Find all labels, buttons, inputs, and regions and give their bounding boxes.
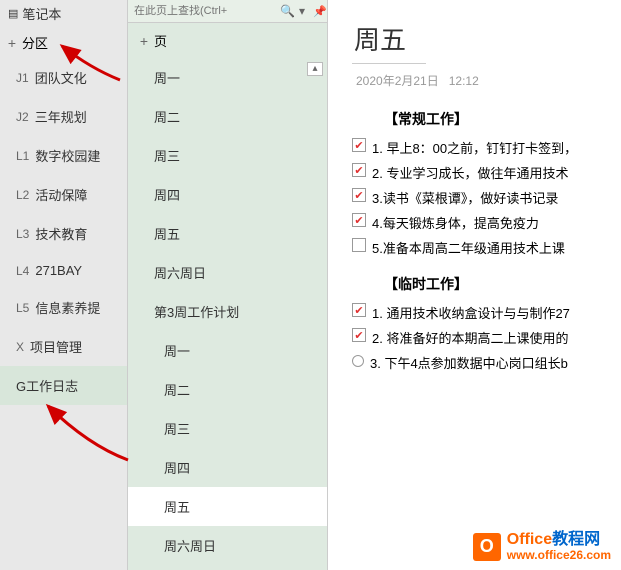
- search-bar: 🔍 ▾ 📌: [128, 0, 327, 23]
- task-checkbox[interactable]: [352, 213, 366, 227]
- sections-label: 分区: [22, 33, 48, 52]
- page-item[interactable]: 周一: [128, 331, 327, 370]
- task-checkbox[interactable]: [352, 328, 366, 342]
- section-item[interactable]: L2 活动保障: [0, 175, 127, 214]
- section-code: L4: [16, 264, 29, 278]
- search-input[interactable]: [134, 5, 276, 17]
- scroll-up-button[interactable]: ▴: [307, 62, 323, 76]
- task-item: 2. 专业学习成长，做往年通用技术: [352, 160, 613, 185]
- section-item[interactable]: L4 271BAY: [0, 253, 127, 288]
- task-text[interactable]: 5.准备本周高二年级通用技术上课: [372, 238, 565, 257]
- section-item[interactable]: X 项目管理: [0, 327, 127, 366]
- page-item[interactable]: 周二: [128, 370, 327, 409]
- page-item[interactable]: 周三: [128, 136, 327, 175]
- section-label: 团队文化: [35, 68, 87, 87]
- watermark: O Office教程网 www.office26.com: [473, 531, 611, 562]
- task-text[interactable]: 4.每天锻炼身体，提高免疫力: [372, 213, 539, 232]
- task-text[interactable]: 1. 早上8：00之前，钉钉打卡签到，: [372, 138, 577, 157]
- section-item[interactable]: J2 三年规划: [0, 97, 127, 136]
- section-code: L2: [16, 188, 29, 202]
- notebook-label: 笔记本: [22, 4, 61, 23]
- page-item[interactable]: 周六周日: [128, 526, 327, 565]
- section-code: J1: [16, 71, 29, 85]
- task-item: 2. 将准备好的本期高二上课使用的: [352, 325, 613, 350]
- content-panel: 周五 2020年2月21日 12:12 【常规工作】 1. 早上8：00之前，钉…: [328, 0, 621, 570]
- task-item: 3.读书《菜根谭》，做好读书记录: [352, 185, 613, 210]
- section-code: X: [16, 340, 24, 354]
- task-item: 1. 早上8：00之前，钉钉打卡签到，: [352, 135, 613, 160]
- section-label: 信息素养提: [35, 298, 100, 317]
- section-code: L1: [16, 149, 29, 163]
- page-item[interactable]: 周五: [128, 214, 327, 253]
- page-item[interactable]: 周三: [128, 409, 327, 448]
- task-item: 4.每天锻炼身体，提高免疫力: [352, 210, 613, 235]
- section-item[interactable]: L1 数字校园建: [0, 136, 127, 175]
- pages-header[interactable]: + 页: [128, 23, 327, 58]
- task-text[interactable]: 1. 通用技术收纳盒设计与与制作27: [372, 303, 570, 322]
- task-item: 1. 通用技术收纳盒设计与与制作27: [352, 300, 613, 325]
- task-text[interactable]: 3. 下午4点参加数据中心岗口组长b: [370, 353, 568, 372]
- task-checkbox[interactable]: [352, 188, 366, 202]
- temp-heading: 【临时工作】: [352, 274, 613, 294]
- page-item[interactable]: 周六周日: [128, 253, 327, 292]
- section-label: 活动保障: [35, 185, 87, 204]
- plus-icon[interactable]: +: [6, 35, 18, 51]
- page-item[interactable]: 周五: [128, 487, 327, 526]
- section-code: J2: [16, 110, 29, 124]
- section-label: 技术教育: [35, 224, 87, 243]
- search-icon[interactable]: 🔍: [280, 4, 295, 18]
- task-checkbox[interactable]: [352, 238, 366, 252]
- section-item[interactable]: G工作日志: [0, 366, 127, 405]
- section-code: L3: [16, 227, 29, 241]
- sections-header[interactable]: + 分区: [0, 27, 127, 58]
- page-title[interactable]: 周五: [352, 16, 426, 64]
- task-text[interactable]: 2. 将准备好的本期高二上课使用的: [372, 328, 568, 347]
- section-code: L5: [16, 301, 29, 315]
- page-item[interactable]: 周一: [128, 58, 327, 97]
- sections-sidebar: ▤ 笔记本 + 分区 J1 团队文化 J2 三年规划 L1 数字校园建 L2 活动保障 L3 技术…: [0, 0, 128, 570]
- section-item[interactable]: L3 技术教育: [0, 214, 127, 253]
- pages-label: 页: [154, 31, 167, 50]
- page-item[interactable]: 第3周工作计划: [128, 292, 327, 331]
- task-item: 3. 下午4点参加数据中心岗口组长b: [352, 350, 613, 375]
- section-label: 271BAY: [35, 263, 82, 278]
- section-item[interactable]: L5 信息素养提: [0, 288, 127, 327]
- section-label: 项目管理: [30, 337, 82, 356]
- plus-icon[interactable]: +: [138, 33, 150, 49]
- routine-heading: 【常规工作】: [352, 109, 613, 129]
- section-label: 三年规划: [35, 107, 87, 126]
- watermark-logo: O: [473, 533, 501, 561]
- dropdown-icon[interactable]: ▾: [299, 4, 305, 18]
- task-checkbox[interactable]: [352, 163, 366, 177]
- pages-sidebar: 🔍 ▾ 📌 + 页 ▴ 周一周二周三周四周五周六周日第3周工作计划周一周二周三周…: [128, 0, 328, 570]
- section-label: G工作日志: [16, 376, 78, 395]
- task-text[interactable]: 3.读书《菜根谭》，做好读书记录: [372, 188, 558, 207]
- notebook-header[interactable]: ▤ 笔记本: [0, 0, 127, 27]
- task-item: 5.准备本周高二年级通用技术上课: [352, 235, 613, 260]
- task-radio[interactable]: [352, 355, 364, 367]
- section-item[interactable]: J1 团队文化: [0, 58, 127, 97]
- task-checkbox[interactable]: [352, 138, 366, 152]
- page-item[interactable]: 周四: [128, 175, 327, 214]
- page-date: 2020年2月21日 12:12: [352, 72, 613, 89]
- task-checkbox[interactable]: [352, 303, 366, 317]
- task-text[interactable]: 2. 专业学习成长，做往年通用技术: [372, 163, 568, 182]
- page-item[interactable]: 周四: [128, 448, 327, 487]
- notebook-icon: ▤: [8, 7, 18, 20]
- page-item[interactable]: 周二: [128, 97, 327, 136]
- section-label: 数字校园建: [35, 146, 100, 165]
